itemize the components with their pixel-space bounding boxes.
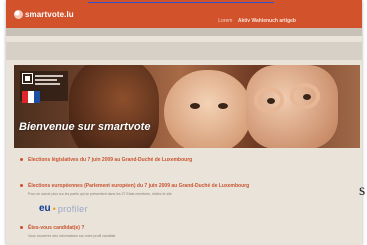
browser-window: smartvote.lu Lorem Aktiv Wahlenuch artig…	[6, 0, 362, 245]
list-item-european[interactable]: Élections européennes (Parlement europée…	[20, 183, 249, 189]
hero-hair	[69, 65, 159, 148]
list-item-legislative[interactable]: Elections législatives du 7 juin 2009 au…	[20, 157, 192, 163]
government-logo-icon	[22, 73, 33, 84]
logo-text: smartvote.lu	[25, 9, 74, 19]
site-logo[interactable]: smartvote.lu	[14, 9, 74, 19]
hero-face	[164, 70, 252, 148]
flag-icon	[22, 91, 40, 103]
eu-profiler-text: profiler	[57, 203, 88, 214]
margin-text: s	[359, 182, 366, 199]
list-item-title: Êtes-vous candidat(e) ?	[28, 225, 85, 231]
eu-profiler-eu: eu	[39, 203, 51, 214]
site-header: smartvote.lu Lorem Aktiv Wahlenuch artig…	[6, 0, 362, 28]
header-link-small[interactable]: Lorem	[218, 18, 232, 24]
bullet-icon	[20, 226, 23, 230]
main-content: Elections législatives du 7 juin 2009 au…	[14, 148, 360, 245]
hero-eye-left	[190, 103, 200, 109]
hero-hand-eye-right	[303, 94, 311, 100]
sub-navigation	[6, 42, 362, 60]
hero-banner: Bienvenue sur smartvote	[14, 65, 360, 148]
bullet-icon	[20, 184, 23, 188]
list-item-title: Élections européennes (Parlement europée…	[28, 183, 250, 189]
header-links: Lorem Aktiv Wahlenuch artigeb	[214, 18, 296, 24]
hero-eye-right	[218, 103, 228, 109]
list-item-title: Elections législatives du 7 juin 2009 au…	[28, 157, 193, 163]
list-item-description: Vous trouverez des informations sur votr…	[28, 234, 116, 238]
list-item-candidate[interactable]: Êtes-vous candidat(e) ?	[20, 225, 84, 231]
bullet-icon	[20, 158, 23, 162]
hero-headline: Bienvenue sur smartvote	[19, 121, 151, 133]
list-item-description: Pour en savoir plus sur les partis qui s…	[28, 192, 172, 196]
eu-profiler-dot: •	[52, 203, 56, 214]
nav-strip	[6, 28, 362, 36]
hero-hand-eye-left	[267, 98, 275, 104]
eu-profiler-logo[interactable]: eu • profiler	[39, 203, 88, 214]
top-link-underline	[88, 2, 274, 3]
logo-icon	[14, 9, 23, 19]
header-link-main[interactable]: Aktiv Wahlenuch artigeb	[238, 18, 296, 24]
